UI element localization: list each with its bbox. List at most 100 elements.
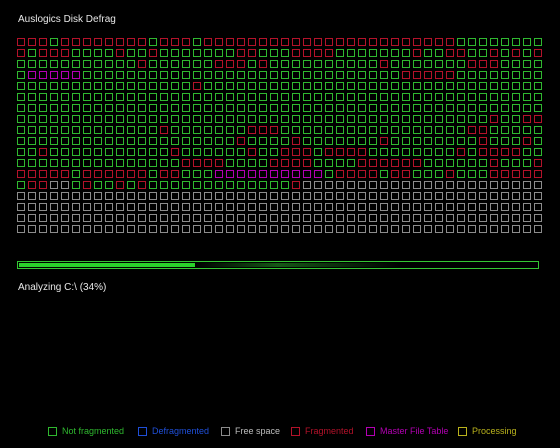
cluster-block bbox=[28, 82, 36, 90]
cluster-block bbox=[523, 115, 531, 123]
cluster-block bbox=[204, 71, 212, 79]
cluster-block bbox=[149, 214, 157, 222]
cluster-block bbox=[391, 181, 399, 189]
cluster-block bbox=[50, 170, 58, 178]
cluster-block bbox=[391, 159, 399, 167]
cluster-block bbox=[435, 137, 443, 145]
cluster-block bbox=[281, 126, 289, 134]
cluster-block bbox=[204, 93, 212, 101]
cluster-block bbox=[138, 104, 146, 112]
cluster-block bbox=[358, 104, 366, 112]
cluster-block bbox=[160, 126, 168, 134]
cluster-block bbox=[94, 170, 102, 178]
cluster-block bbox=[171, 49, 179, 57]
cluster-block bbox=[28, 192, 36, 200]
cluster-block bbox=[380, 181, 388, 189]
cluster-block bbox=[523, 38, 531, 46]
cluster-block bbox=[292, 104, 300, 112]
cluster-block bbox=[182, 192, 190, 200]
cluster-block bbox=[50, 159, 58, 167]
cluster-block bbox=[424, 192, 432, 200]
cluster-block bbox=[193, 159, 201, 167]
cluster-block bbox=[193, 148, 201, 156]
cluster-block bbox=[534, 82, 542, 90]
cluster-block bbox=[413, 115, 421, 123]
cluster-block bbox=[402, 71, 410, 79]
cluster-block bbox=[380, 170, 388, 178]
cluster-block bbox=[215, 49, 223, 57]
cluster-block bbox=[149, 38, 157, 46]
cluster-block bbox=[248, 137, 256, 145]
cluster-block bbox=[28, 170, 36, 178]
cluster-block bbox=[369, 71, 377, 79]
cluster-block bbox=[490, 203, 498, 211]
cluster-block bbox=[61, 170, 69, 178]
cluster-block bbox=[347, 60, 355, 68]
cluster-block bbox=[402, 115, 410, 123]
cluster-block bbox=[534, 192, 542, 200]
cluster-block bbox=[314, 38, 322, 46]
cluster-block bbox=[369, 170, 377, 178]
cluster-block bbox=[204, 115, 212, 123]
cluster-block bbox=[336, 148, 344, 156]
cluster-block bbox=[149, 225, 157, 233]
cluster-block bbox=[347, 148, 355, 156]
cluster-block bbox=[479, 159, 487, 167]
cluster-block bbox=[292, 181, 300, 189]
cluster-block bbox=[193, 225, 201, 233]
cluster-block bbox=[171, 115, 179, 123]
cluster-block bbox=[303, 214, 311, 222]
cluster-block bbox=[182, 82, 190, 90]
cluster-block bbox=[116, 93, 124, 101]
cluster-block bbox=[314, 60, 322, 68]
cluster-block bbox=[413, 225, 421, 233]
status-text: Analyzing C:\ (34%) bbox=[18, 282, 107, 293]
cluster-block bbox=[17, 82, 25, 90]
cluster-block bbox=[193, 192, 201, 200]
cluster-block bbox=[314, 192, 322, 200]
cluster-block bbox=[116, 159, 124, 167]
cluster-block bbox=[17, 225, 25, 233]
cluster-block bbox=[72, 192, 80, 200]
cluster-block bbox=[446, 225, 454, 233]
cluster-block bbox=[215, 60, 223, 68]
cluster-block bbox=[138, 225, 146, 233]
cluster-block bbox=[523, 82, 531, 90]
cluster-block bbox=[83, 192, 91, 200]
cluster-block bbox=[72, 148, 80, 156]
cluster-block bbox=[336, 82, 344, 90]
cluster-block bbox=[28, 148, 36, 156]
cluster-block bbox=[259, 159, 267, 167]
cluster-block bbox=[215, 225, 223, 233]
cluster-block bbox=[501, 115, 509, 123]
cluster-block bbox=[314, 126, 322, 134]
cluster-block bbox=[226, 192, 234, 200]
cluster-block bbox=[402, 181, 410, 189]
cluster-block bbox=[61, 115, 69, 123]
cluster-block bbox=[215, 71, 223, 79]
cluster-block bbox=[72, 214, 80, 222]
cluster-block bbox=[325, 192, 333, 200]
cluster-block bbox=[490, 214, 498, 222]
cluster-block bbox=[314, 115, 322, 123]
cluster-block bbox=[171, 159, 179, 167]
cluster-block bbox=[534, 115, 542, 123]
cluster-block bbox=[446, 126, 454, 134]
cluster-block bbox=[215, 137, 223, 145]
cluster-block bbox=[369, 60, 377, 68]
cluster-block bbox=[28, 137, 36, 145]
cluster-block bbox=[28, 60, 36, 68]
cluster-block bbox=[17, 38, 25, 46]
cluster-block bbox=[138, 126, 146, 134]
cluster-block bbox=[369, 38, 377, 46]
cluster-block bbox=[259, 104, 267, 112]
cluster-block bbox=[479, 93, 487, 101]
cluster-block bbox=[534, 71, 542, 79]
cluster-block bbox=[402, 225, 410, 233]
cluster-block bbox=[116, 115, 124, 123]
cluster-block bbox=[402, 93, 410, 101]
cluster-block bbox=[160, 181, 168, 189]
cluster-block bbox=[17, 49, 25, 57]
cluster-block bbox=[314, 159, 322, 167]
cluster-block bbox=[94, 137, 102, 145]
